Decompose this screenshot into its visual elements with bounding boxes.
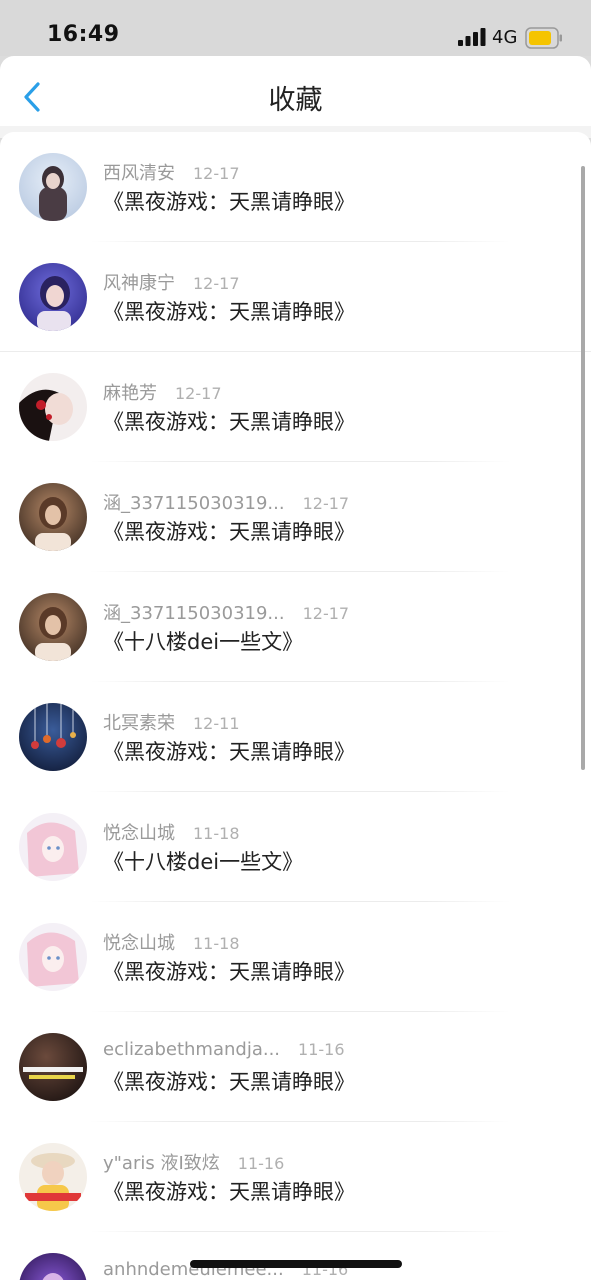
- favorites-list[interactable]: 西风清安 12-17 《黑夜游戏：天黑请睁眼》 风神康宁 12-17 《黑夜游戏：天…: [0, 132, 591, 1280]
- list-item[interactable]: 涵_337115030319... 12-17 《黑夜游戏：天黑请睁眼》: [0, 462, 591, 572]
- user-name[interactable]: y"aris 液I致炫: [103, 1149, 220, 1175]
- item-meta: eclizabethmandja... 11-16: [103, 1039, 345, 1060]
- item-date: 11-18: [193, 824, 240, 843]
- user-name[interactable]: 西风清安: [103, 159, 175, 185]
- item-date: 12-17: [193, 164, 240, 183]
- user-name[interactable]: 涵_337115030319...: [103, 489, 285, 515]
- list-item[interactable]: 北冥素荣 12-11 《黑夜游戏：天黑请睁眼》: [0, 682, 591, 792]
- item-date: 12-11: [193, 714, 240, 733]
- page-title: 收藏: [268, 85, 323, 116]
- user-name[interactable]: 风神康宁: [103, 269, 175, 295]
- avatar[interactable]: [19, 483, 87, 551]
- item-date: 12-17: [302, 494, 350, 513]
- item-meta: 麻艳芳 12-17: [103, 379, 222, 405]
- item-date: 11-18: [193, 934, 240, 953]
- user-name[interactable]: 麻艳芳: [103, 379, 157, 405]
- item-title[interactable]: 《黑夜游戏：天黑请睁眼》: [103, 956, 355, 986]
- item-title[interactable]: 《黑夜游戏：天黑请睁眼》: [103, 1066, 355, 1096]
- avatar[interactable]: [19, 813, 87, 881]
- user-name[interactable]: 悦念山城: [103, 929, 175, 955]
- avatar[interactable]: [19, 923, 87, 991]
- user-name[interactable]: eclizabethmandja...: [103, 1039, 280, 1060]
- list-item[interactable]: eclizabethmandja... 11-16 《黑夜游戏：天黑请睁眼》: [0, 1012, 591, 1122]
- item-title[interactable]: 《黑夜游戏：天黑请睁眼》: [103, 736, 355, 766]
- item-title[interactable]: 《黑夜游戏：天黑请睁眼》: [103, 406, 355, 436]
- avatar[interactable]: [19, 593, 87, 661]
- avatar[interactable]: [19, 703, 87, 771]
- navigation-bar: 收藏: [0, 56, 591, 132]
- status-time: 16:49: [47, 22, 120, 47]
- avatar[interactable]: [19, 1253, 87, 1280]
- item-meta: 涵_337115030319... 12-17: [103, 489, 349, 515]
- item-date: 12-17: [175, 384, 222, 403]
- avatar[interactable]: [19, 373, 87, 441]
- list-item[interactable]: anhndemeulemee... 11-16: [0, 1232, 591, 1280]
- item-date: 11-16: [237, 1154, 285, 1173]
- item-meta: 西风清安 12-17: [103, 159, 240, 185]
- item-title[interactable]: 《十八楼dei一些文》: [103, 626, 303, 656]
- item-date: 11-16: [298, 1040, 345, 1059]
- avatar[interactable]: [19, 1033, 87, 1101]
- list-item[interactable]: 涵_337115030319... 12-17 《十八楼dei一些文》: [0, 572, 591, 682]
- item-meta: y"aris 液I致炫 11-16: [103, 1149, 284, 1175]
- network-type: 4G: [492, 27, 518, 48]
- item-title[interactable]: 《黑夜游戏：天黑请睁眼》: [103, 1176, 355, 1206]
- home-indicator[interactable]: [190, 1260, 402, 1268]
- list-item[interactable]: 西风清安 12-17 《黑夜游戏：天黑请睁眼》: [0, 132, 591, 242]
- item-title[interactable]: 《十八楼dei一些文》: [103, 846, 303, 876]
- cellular-signal-icon: [458, 28, 486, 46]
- avatar[interactable]: [19, 153, 87, 221]
- item-date: 12-17: [193, 274, 240, 293]
- list-item[interactable]: 麻艳芳 12-17 《黑夜游戏：天黑请睁眼》: [0, 352, 591, 462]
- user-name[interactable]: 北冥素荣: [103, 709, 175, 735]
- list-item[interactable]: y"aris 液I致炫 11-16 《黑夜游戏：天黑请睁眼》: [0, 1122, 591, 1232]
- item-meta: 涵_337115030319... 12-17: [103, 599, 349, 625]
- avatar[interactable]: [19, 263, 87, 331]
- item-meta: 悦念山城 11-18: [103, 929, 240, 955]
- item-title[interactable]: 《黑夜游戏：天黑请睁眼》: [103, 186, 355, 216]
- status-bar: 16:49 4G: [0, 0, 591, 56]
- item-meta: 北冥素荣 12-11: [103, 709, 240, 735]
- user-name[interactable]: 涵_337115030319...: [103, 599, 285, 625]
- scrollbar[interactable]: [581, 166, 585, 770]
- avatar[interactable]: [19, 1143, 87, 1211]
- user-name[interactable]: 悦念山城: [103, 819, 175, 845]
- item-title[interactable]: 《黑夜游戏：天黑请睁眼》: [103, 516, 355, 546]
- item-meta: 悦念山城 11-18: [103, 819, 240, 845]
- list-item[interactable]: 风神康宁 12-17 《黑夜游戏：天黑请睁眼》: [0, 242, 591, 352]
- list-item[interactable]: 悦念山城 11-18 《黑夜游戏：天黑请睁眼》: [0, 902, 591, 1012]
- item-title[interactable]: 《黑夜游戏：天黑请睁眼》: [103, 296, 355, 326]
- battery-icon: [525, 27, 562, 49]
- list-item[interactable]: 悦念山城 11-18 《十八楼dei一些文》: [0, 792, 591, 902]
- item-date: 12-17: [302, 604, 350, 623]
- item-meta: 风神康宁 12-17: [103, 269, 240, 295]
